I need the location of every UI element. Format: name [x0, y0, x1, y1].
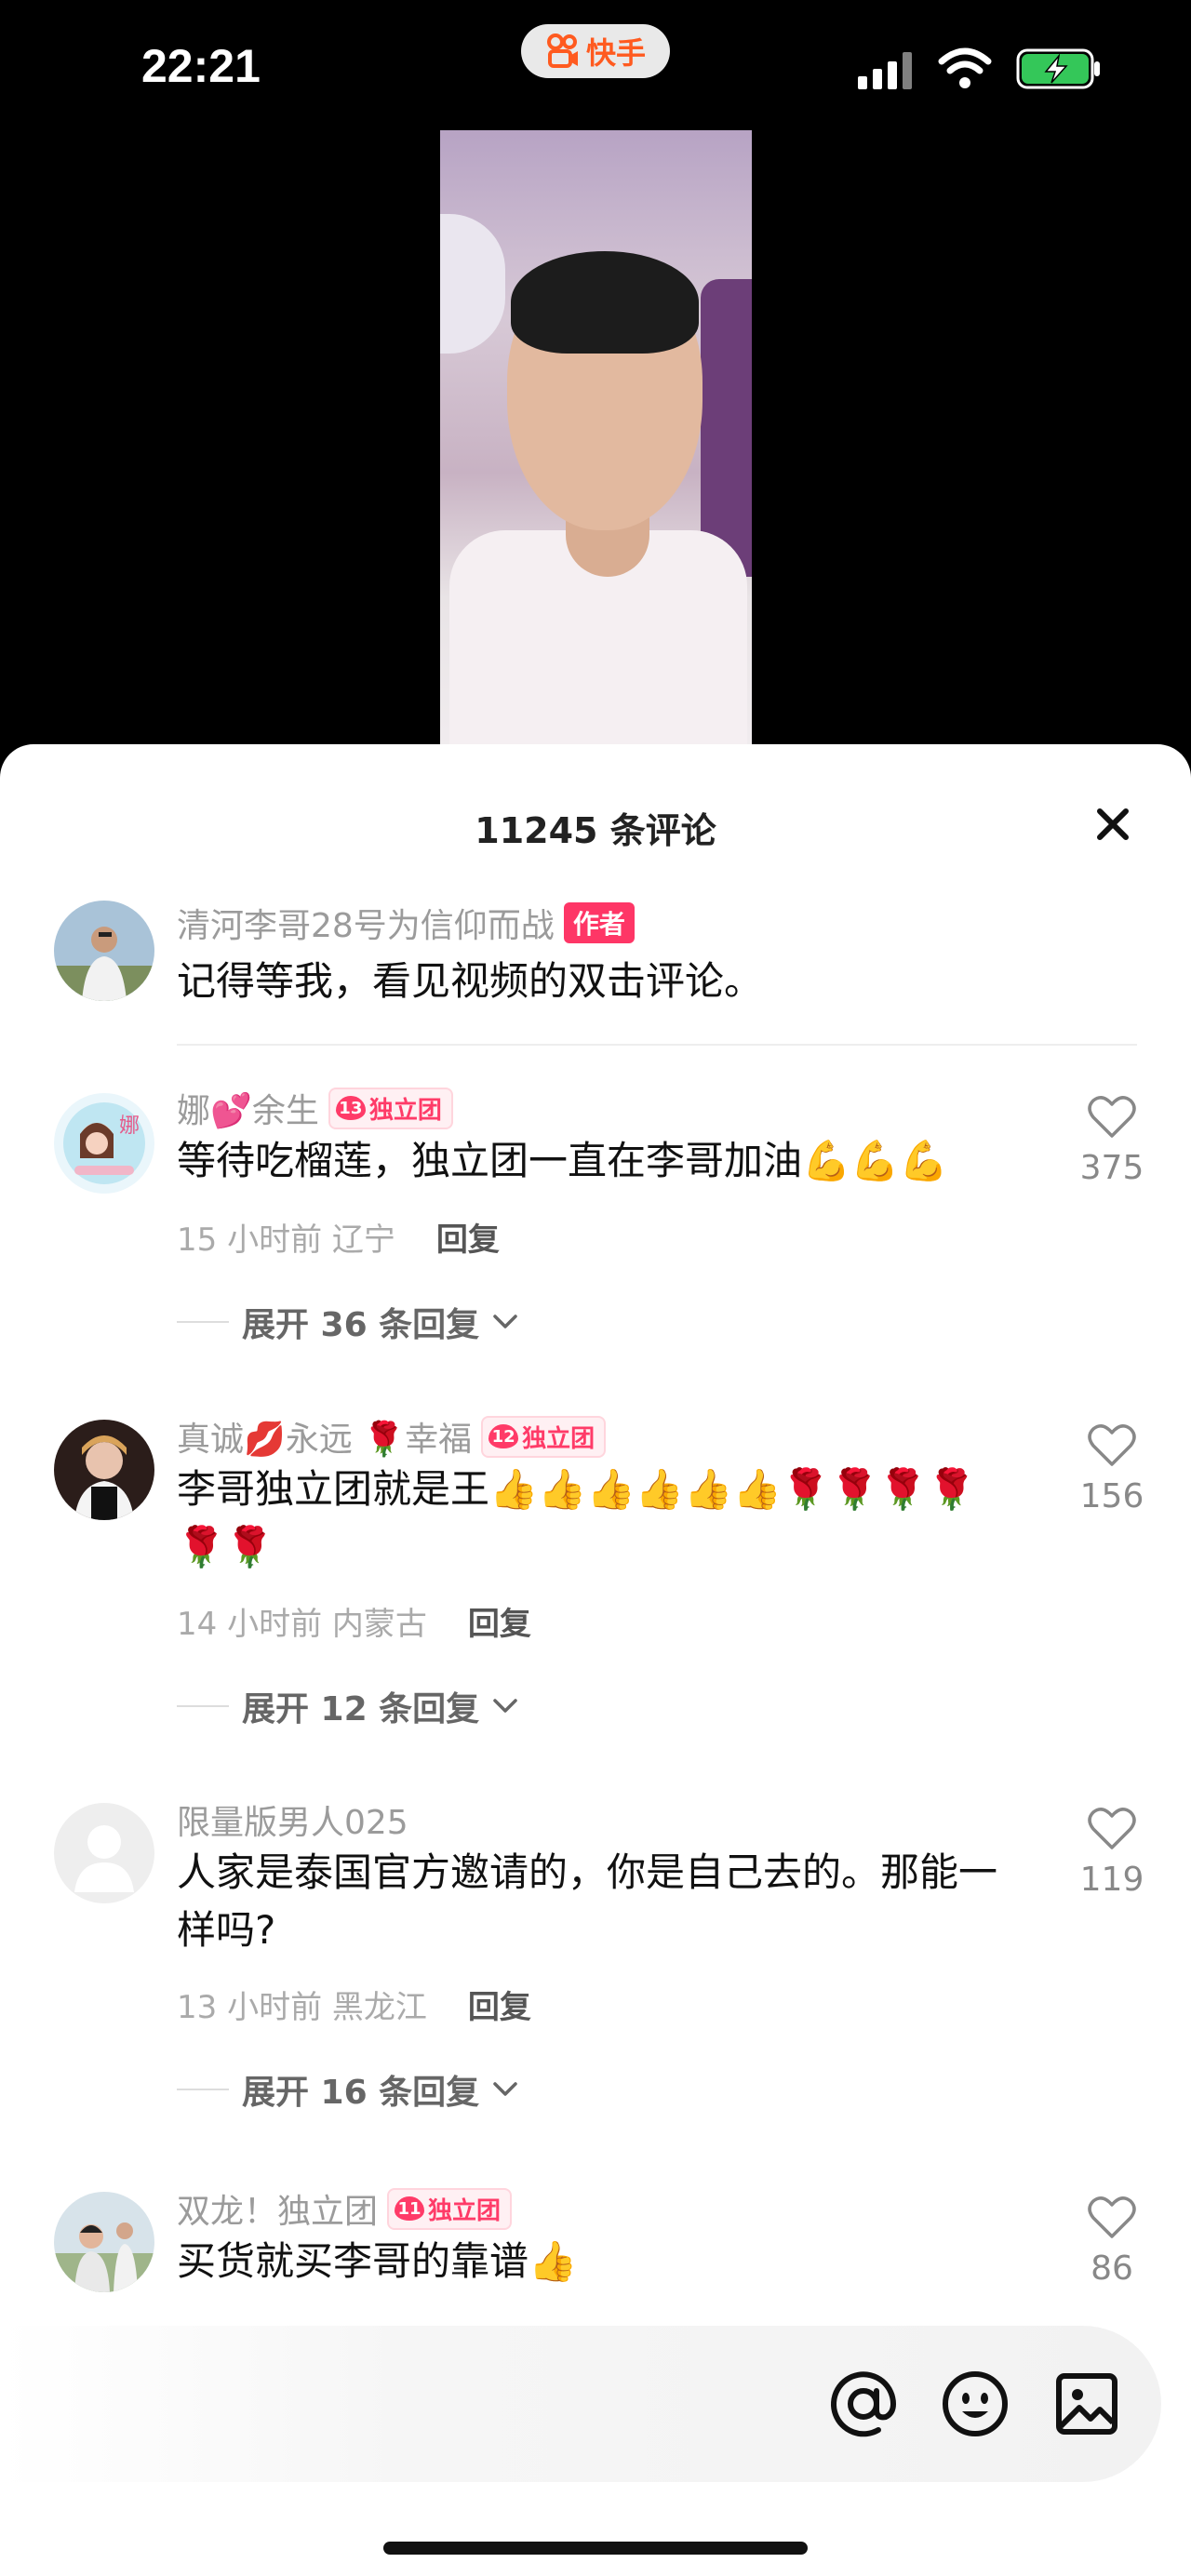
fan-group-label: 独立团: [522, 1424, 596, 1453]
comment-text[interactable]: 等待吃榴莲，独立团一直在李哥加油💪💪💪: [177, 1132, 1014, 1190]
username-row: 双龙！独立团 11 独立团: [177, 2184, 513, 2233]
fan-group-label: 独立团: [428, 2196, 502, 2225]
comment-meta: 14 小时前 内蒙古 回复: [177, 1598, 531, 1644]
username[interactable]: 清河李哥28号为信仰而战: [177, 899, 555, 947]
divider: [177, 1044, 1137, 1046]
comment-location: 内蒙古: [331, 1606, 427, 1643]
heart-icon: [1088, 1096, 1136, 1138]
video-window-shape: [440, 214, 505, 354]
like-button[interactable]: 156: [1072, 1423, 1152, 1515]
fan-level: 13: [335, 1096, 366, 1120]
username-row: 真诚💋永远 🌹幸福 12 独立团: [177, 1412, 607, 1461]
like-count: 119: [1079, 1861, 1144, 1899]
like-count: 86: [1091, 2249, 1133, 2288]
fan-group-badge: 13 独立团: [328, 1087, 453, 1129]
heart-icon: [1088, 2196, 1136, 2238]
like-button[interactable]: 86: [1072, 2196, 1152, 2288]
like-count: 156: [1079, 1477, 1144, 1515]
close-icon[interactable]: [1091, 802, 1135, 847]
expand-replies-button[interactable]: 展开 36 条回复: [177, 1298, 518, 1346]
status-time: 22:21: [141, 40, 261, 92]
comment-text[interactable]: 人家是泰国官方邀请的，你是自己去的。那能一样吗?: [177, 1844, 1033, 1959]
expand-replies-button[interactable]: 展开 12 条回复: [177, 1682, 518, 1730]
reply-button[interactable]: 回复: [468, 1598, 531, 1644]
like-button[interactable]: 119: [1072, 1807, 1152, 1899]
avatar[interactable]: [54, 901, 154, 1001]
svg-text:娜: 娜: [119, 1114, 140, 1138]
like-button[interactable]: 375: [1072, 1095, 1152, 1187]
avatar[interactable]: [54, 1803, 154, 1903]
chevron-down-icon: [493, 2082, 517, 2096]
comment-location: 辽宁: [331, 1221, 395, 1259]
username[interactable]: 真诚💋永远 🌹幸福: [177, 1412, 472, 1461]
avatar[interactable]: [54, 2192, 154, 2292]
app-name: 快手: [585, 35, 646, 71]
expand-line: [177, 2089, 229, 2090]
avatar[interactable]: 娜: [54, 1093, 154, 1194]
heart-icon: [1088, 1424, 1136, 1466]
reply-button[interactable]: 回复: [436, 1214, 500, 1260]
comment-time: 13 小时前: [177, 1989, 323, 2026]
heart-icon: [1088, 1808, 1136, 1849]
wifi-icon: [938, 47, 992, 89]
image-icon[interactable]: [1051, 2369, 1122, 2439]
app-indicator-pill[interactable]: 快手: [521, 24, 670, 78]
fan-level: 11: [395, 2196, 425, 2221]
battery-charging-icon: [1016, 48, 1102, 89]
comment-input-area: [0, 2326, 1191, 2576]
chevron-down-icon: [493, 1315, 517, 1328]
expand-replies-label: 展开 12 条回复: [242, 1690, 480, 1728]
comment-text[interactable]: 记得等我，看见视频的双击评论。: [177, 953, 1014, 1010]
comment-meta: 15 小时前 辽宁 回复: [177, 1214, 500, 1260]
username[interactable]: 娜💕余生: [177, 1084, 319, 1132]
comments-sheet: 11245 条评论 清河李哥28号为信仰而战 作者 记得等我，看见视频的双击评论…: [0, 744, 1191, 2576]
chevron-down-icon: [493, 1699, 517, 1713]
expand-replies-label: 展开 16 条回复: [242, 2074, 480, 2112]
home-indicator[interactable]: [383, 2542, 808, 2555]
username-row: 清河李哥28号为信仰而战 作者: [177, 899, 635, 947]
emoji-icon[interactable]: [940, 2369, 1010, 2439]
status-bar: 22:21 快手: [0, 0, 1191, 130]
fan-level: 12: [488, 1424, 519, 1448]
like-count: 375: [1079, 1149, 1144, 1187]
avatar[interactable]: [54, 1420, 154, 1520]
fan-group-label: 独立团: [368, 1096, 442, 1125]
comment-text[interactable]: 买货就买李哥的靠谱👍: [177, 2233, 1014, 2290]
username-row: 娜💕余生 13 独立团: [177, 1084, 453, 1132]
kuaishou-logo-icon: [545, 33, 581, 69]
expand-replies-button[interactable]: 展开 16 条回复: [177, 2065, 518, 2114]
username-row: 限量版男人025: [177, 1795, 408, 1844]
author-badge: 作者: [563, 902, 635, 943]
comment-location: 黑龙江: [331, 1989, 427, 2026]
comment-time: 14 小时前: [177, 1606, 323, 1643]
expand-line: [177, 1705, 229, 1707]
video-player[interactable]: [440, 130, 752, 754]
expand-line: [177, 1321, 229, 1323]
comments-count-title: 11245 条评论: [475, 810, 716, 851]
comment-meta: 13 小时前 黑龙江 回复: [177, 1982, 531, 2027]
username[interactable]: 限量版男人025: [177, 1795, 408, 1844]
comment-time: 15 小时前: [177, 1221, 323, 1259]
comments-header: 11245 条评论: [0, 744, 1191, 902]
username[interactable]: 双龙！独立团: [177, 2184, 378, 2233]
reply-button[interactable]: 回复: [468, 1982, 531, 2027]
fan-group-badge: 12 独立团: [481, 1415, 607, 1458]
at-icon[interactable]: [828, 2369, 899, 2439]
cellular-signal-icon: [858, 52, 917, 89]
expand-replies-label: 展开 36 条回复: [242, 1306, 480, 1344]
fan-group-badge: 11 独立团: [387, 2187, 513, 2230]
comment-text[interactable]: 李哥独立团就是王👍👍👍👍👍👍🌹🌹🌹🌹🌹🌹: [177, 1461, 996, 1576]
video-hair-shape: [511, 251, 699, 354]
